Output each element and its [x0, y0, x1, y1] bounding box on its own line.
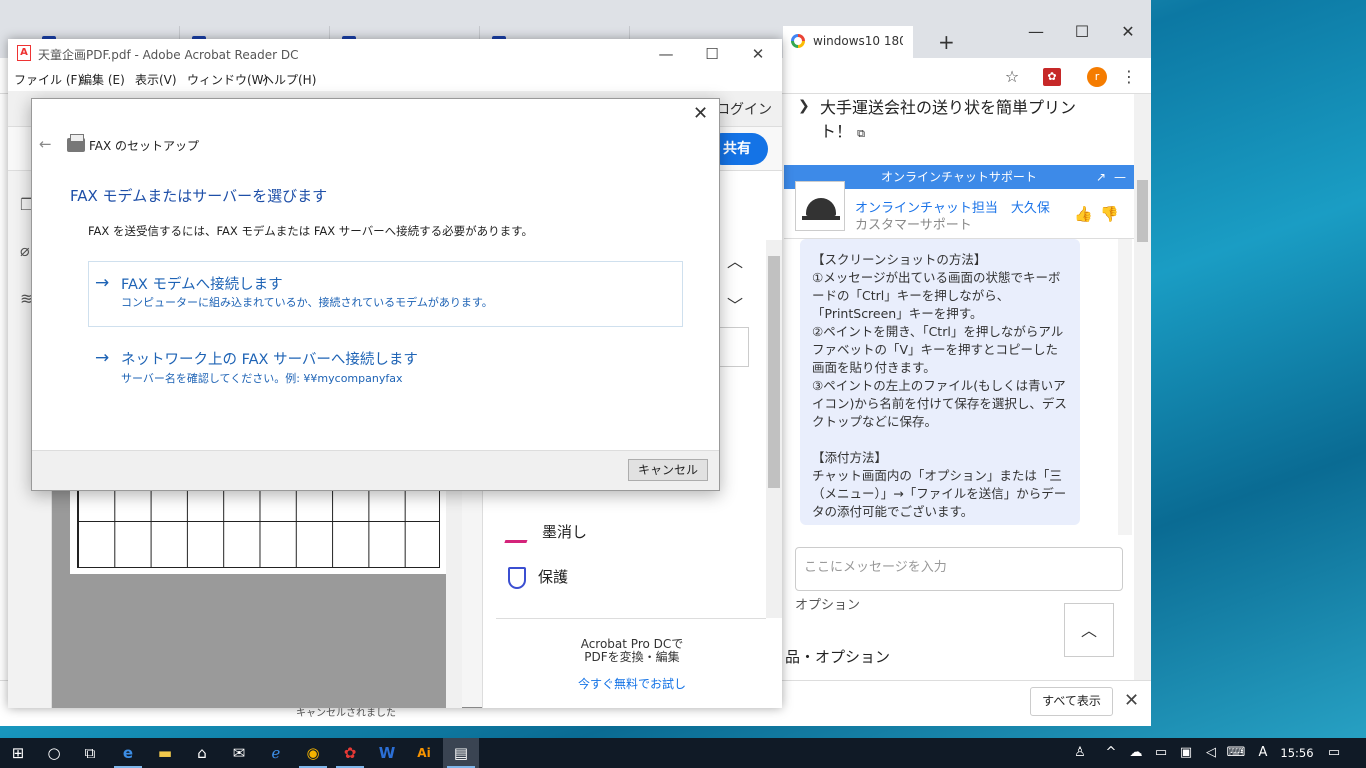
- menu-help[interactable]: ヘルプ(H): [262, 71, 316, 88]
- illustrator-icon[interactable]: Ai: [406, 738, 442, 768]
- show-all-downloads-button[interactable]: すべて表示: [1030, 687, 1113, 716]
- file-explorer-icon[interactable]: ▬: [147, 738, 183, 768]
- acrobat-logo-icon: A: [17, 45, 31, 61]
- fax-machine-icon: [67, 134, 85, 152]
- menu-window[interactable]: ウィンドウ(W): [187, 71, 268, 88]
- onedrive-icon[interactable]: ☁: [1124, 738, 1148, 768]
- menu-edit[interactable]: 編集 (E): [80, 71, 125, 88]
- search-circle-icon[interactable]: ○: [36, 738, 72, 768]
- expand-icon[interactable]: ↗: [1096, 165, 1106, 189]
- store-icon[interactable]: ⌂: [184, 738, 220, 768]
- connect-modem-subtitle: コンピューターに組み込まれているか、接続されているモデムがあります。: [121, 296, 493, 309]
- attachment-icon[interactable]: ⌀: [20, 241, 30, 260]
- login-link[interactable]: ログイン: [716, 99, 772, 119]
- acrobat-close-button[interactable]: ✕: [735, 41, 781, 67]
- maximize-button[interactable]: ☐: [1059, 18, 1105, 46]
- chat-option-link[interactable]: オプション: [795, 594, 860, 613]
- external-link-icon: ⧉: [857, 127, 865, 140]
- keyboard-icon[interactable]: ⌨: [1224, 738, 1248, 768]
- clock[interactable]: 15:56: [1275, 738, 1319, 768]
- dialog-description: FAX を送受信するには、FAX モデムまたは FAX サーバーへ接続する必要が…: [88, 224, 534, 238]
- chat-message-text: 【スクリーンショットの方法】 ①メッセージが出ている画面の状態でキーボードの「C…: [812, 252, 1067, 519]
- product-option-text[interactable]: 品・オプション: [785, 646, 890, 667]
- divider: [496, 618, 766, 619]
- arrow-right-icon: →: [95, 273, 110, 293]
- service-bell-icon: [802, 198, 840, 220]
- connect-modem-title[interactable]: FAX モデムへ接続します: [121, 273, 283, 294]
- thumbs-up-icon[interactable]: 👍: [1074, 205, 1093, 223]
- ime-indicator[interactable]: A: [1251, 738, 1275, 768]
- tools-scrollbar-thumb[interactable]: [768, 256, 780, 488]
- bookmark-star-icon[interactable]: ☆: [1001, 66, 1023, 88]
- dialog-close-icon[interactable]: ✕: [693, 103, 708, 124]
- agent-role: カスタマーサポート: [855, 218, 972, 233]
- redact-icon: [504, 522, 534, 543]
- chat-header-title: オンラインチャットサポート: [881, 170, 1037, 184]
- minimize-chat-icon[interactable]: —: [1114, 165, 1126, 189]
- tool-protect[interactable]: 保護: [508, 566, 568, 589]
- back-arrow-icon[interactable]: ←: [39, 135, 52, 153]
- chevron-down-icon[interactable]: ﹀: [727, 292, 743, 316]
- google-icon: [791, 34, 805, 48]
- acrobat-window-title: 天童企画PDF.pdf - Adobe Acrobat Reader DC: [38, 48, 299, 62]
- tool-protect-label: 保護: [538, 568, 569, 586]
- chrome-icon[interactable]: ◉: [295, 738, 331, 768]
- tray-chevron-up-icon[interactable]: ^: [1099, 738, 1123, 768]
- edge-icon[interactable]: e: [110, 738, 146, 768]
- volume-icon[interactable]: ◁: [1199, 738, 1223, 768]
- promo-text: Acrobat Pro DCで PDFを変換・編集: [482, 638, 782, 664]
- acrobat-maximize-button[interactable]: ☐: [689, 41, 735, 67]
- task-view-icon[interactable]: ⧉: [72, 738, 108, 768]
- tool-redact[interactable]: 墨消し: [504, 521, 588, 543]
- notifications-icon[interactable]: ▭: [1322, 738, 1346, 768]
- chat-message-bubble: 【スクリーンショットの方法】 ①メッセージが出ている画面の状態でキーボードの「C…: [800, 239, 1080, 525]
- arrow-right-icon: →: [95, 348, 110, 368]
- pdf-table-grid: [77, 490, 440, 568]
- cancel-button[interactable]: キャンセル: [628, 459, 708, 481]
- close-window-button[interactable]: ✕: [1105, 18, 1151, 46]
- back-to-top-button[interactable]: ︿: [1064, 603, 1114, 657]
- wizard-title: FAX のセットアップ: [89, 139, 200, 153]
- menu-view[interactable]: 表示(V): [135, 71, 177, 88]
- minimize-button[interactable]: —: [1013, 18, 1059, 46]
- battery-icon[interactable]: ▭: [1149, 738, 1173, 768]
- promo-line-2: PDFを変換・編集: [584, 650, 680, 664]
- thumbs-down-icon[interactable]: 👎: [1100, 205, 1119, 223]
- acrobat-icon[interactable]: ✿: [332, 738, 368, 768]
- people-icon[interactable]: ♙: [1068, 738, 1092, 768]
- start-windows-icon[interactable]: ⊞: [0, 738, 36, 768]
- connect-server-title[interactable]: ネットワーク上の FAX サーバーへ接続します: [121, 348, 418, 369]
- mail-icon[interactable]: ✉: [221, 738, 257, 768]
- dialog-footer: [32, 450, 719, 490]
- new-tab-button[interactable]: +: [938, 30, 955, 54]
- free-trial-link[interactable]: 今すぐ無料でお試し: [482, 675, 782, 692]
- dialog-heading: FAX モデムまたはサーバーを選びます: [70, 187, 328, 205]
- connect-server-subtitle: サーバー名を確認してください。例: ¥¥mycompanyfax: [121, 372, 403, 385]
- chrome-tab-active[interactable]: windows10 1809: [783, 26, 913, 58]
- chat-scrollbar[interactable]: [1118, 239, 1132, 535]
- chat-message-input[interactable]: ここにメッセージを入力: [795, 547, 1123, 591]
- page-scrollbar-thumb[interactable]: [1137, 180, 1148, 242]
- internet-explorer-icon[interactable]: ℯ: [258, 738, 294, 768]
- agent-avatar: [795, 181, 845, 231]
- acrobat-minimize-button[interactable]: —: [643, 41, 689, 67]
- word-icon[interactable]: W: [369, 738, 405, 768]
- close-download-bar-icon[interactable]: ✕: [1124, 690, 1139, 711]
- tool-redact-label: 墨消し: [542, 523, 588, 541]
- page-heading[interactable]: 大手運送会社の送り状を簡単プリント！ ⧉: [800, 96, 1100, 146]
- menu-file[interactable]: ファイル (F): [14, 71, 82, 88]
- chrome-menu-icon[interactable]: ⋮: [1118, 66, 1140, 88]
- acrobat-extension-icon[interactable]: ✿: [1043, 68, 1061, 86]
- tab-title: windows10 1809: [813, 34, 903, 48]
- chevron-up-icon[interactable]: ︿: [727, 248, 743, 272]
- network-icon[interactable]: ▣: [1174, 738, 1198, 768]
- shield-icon: [508, 566, 526, 589]
- fax-app-icon[interactable]: ▤: [443, 738, 479, 768]
- profile-avatar[interactable]: r: [1087, 67, 1107, 87]
